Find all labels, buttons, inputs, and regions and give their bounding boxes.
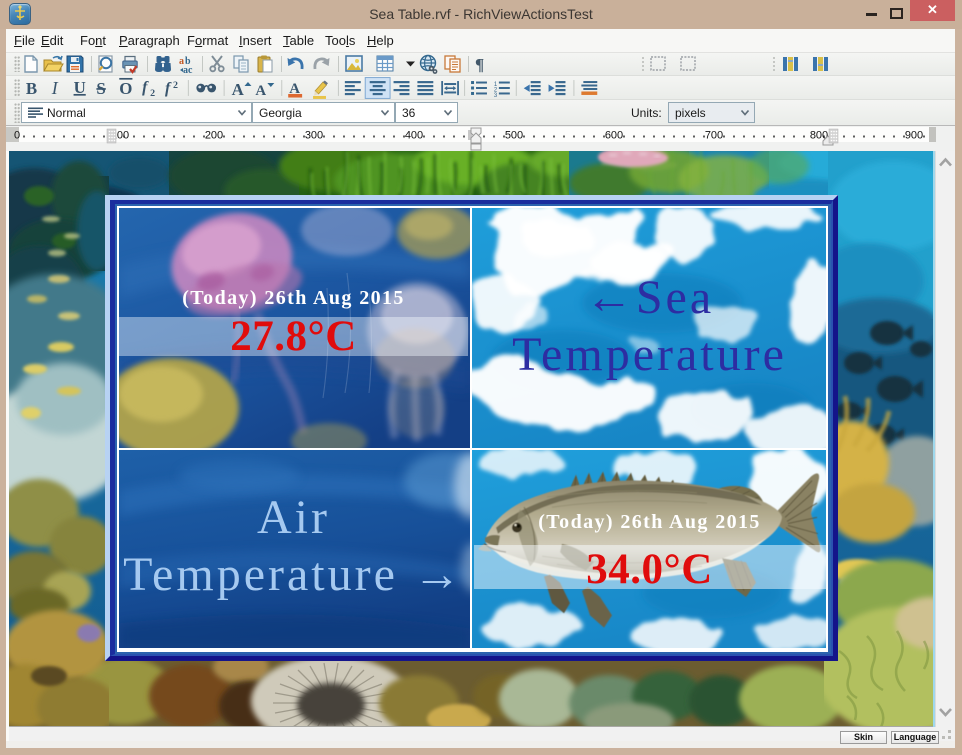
svg-text:f: f	[142, 79, 149, 96]
svg-text:S: S	[96, 79, 105, 98]
svg-text:I: I	[51, 78, 59, 98]
svg-text:f: f	[165, 80, 172, 97]
svg-text:U: U	[74, 78, 86, 97]
svg-text:2: 2	[150, 88, 155, 99]
svg-text:¶: ¶	[475, 55, 484, 74]
svg-text:0: 0	[14, 130, 20, 142]
svg-text:500: 500	[505, 130, 523, 142]
svg-text:A: A	[255, 83, 266, 99]
svg-text:700: 700	[705, 130, 723, 142]
svg-text:900: 900	[905, 130, 923, 142]
svg-text:ac: ac	[183, 65, 193, 75]
svg-text:200: 200	[205, 130, 223, 142]
svg-text:O: O	[119, 79, 132, 98]
svg-text:2: 2	[173, 80, 178, 91]
svg-text:600: 600	[605, 130, 623, 142]
svg-text:A: A	[232, 80, 245, 99]
svg-text:400: 400	[405, 130, 423, 142]
svg-text:300: 300	[305, 130, 323, 142]
svg-text:B: B	[26, 79, 37, 98]
